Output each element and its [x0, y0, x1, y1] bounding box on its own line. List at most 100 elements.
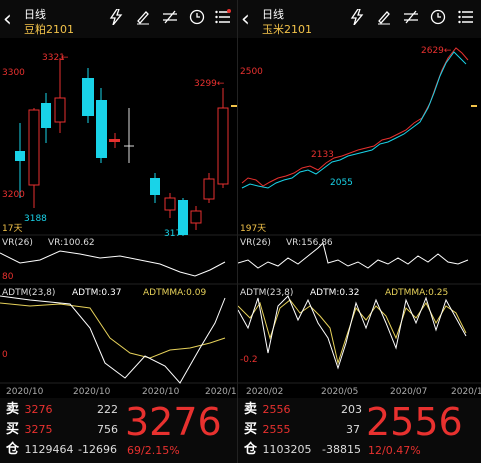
- buy-label: 买: [244, 422, 258, 437]
- candle: [15, 151, 25, 161]
- buy-price: 2555: [262, 423, 291, 436]
- clock-icon[interactable]: [429, 9, 447, 29]
- vr-value: VR:156.86: [286, 238, 333, 248]
- sell-price: 2556: [262, 403, 291, 416]
- buy-volume: 756: [97, 423, 118, 436]
- last-price: 3276: [125, 400, 222, 444]
- vr-line: [238, 242, 469, 269]
- lightning-icon[interactable]: [348, 8, 366, 29]
- adtm-axis-label: 0: [2, 350, 8, 360]
- adtmma-value: ADTMMA:0.09: [143, 288, 207, 298]
- quote-panel: 卖 2556 203 买 2555 37 仓 1103205 -38815 25…: [238, 398, 481, 463]
- mid-annotation: 2133: [311, 150, 334, 160]
- menu-icon[interactable]: [457, 9, 475, 29]
- candlestick-chart[interactable]: [0, 38, 237, 388]
- buy-row: 买 2555: [244, 420, 291, 440]
- adtm-line: [238, 295, 467, 370]
- symbol-label[interactable]: 玉米2101: [262, 21, 312, 37]
- candlestick-chart[interactable]: [238, 38, 481, 388]
- oi-label: 仓: [6, 442, 20, 457]
- adtm-value: ADTM:0.37: [72, 288, 122, 298]
- open-interest-row: 仓 1103205: [244, 440, 312, 460]
- candle: [217, 107, 229, 185]
- sell-volume: 203: [341, 403, 362, 416]
- period-label[interactable]: 日线: [262, 6, 284, 22]
- date-label: 2020/10: [142, 387, 180, 397]
- candle: [164, 197, 176, 211]
- buy-volume: 37: [346, 423, 360, 436]
- y-axis-label: 3200: [2, 190, 25, 200]
- sell-price: 3276: [24, 403, 53, 416]
- symbol-label[interactable]: 豆粕2101: [24, 21, 74, 37]
- draw-pen-icon[interactable]: [375, 9, 393, 29]
- last-price-marker: [471, 105, 477, 107]
- date-label: 2020/05: [321, 387, 359, 397]
- days-count: 197天: [240, 224, 267, 234]
- adtm-title[interactable]: ADTM(23,8): [2, 288, 55, 298]
- sell-row: 卖 2556: [244, 400, 291, 420]
- quote-panel: 卖 3276 222 买 3275 756 仓 1129464 -12696 3…: [0, 398, 237, 463]
- sell-label: 卖: [244, 402, 258, 417]
- date-label: 2020/1: [205, 387, 237, 397]
- adtmma-line: [0, 302, 226, 359]
- low-annotation: 2055: [330, 178, 353, 188]
- open-interest-row: 仓 1129464: [6, 440, 74, 460]
- days-count: 17天: [2, 224, 23, 234]
- last-price: 2556: [366, 400, 463, 444]
- indicator-icon[interactable]: [402, 9, 420, 29]
- price-change: 12/0.47%: [368, 444, 421, 457]
- candle: [54, 97, 66, 123]
- menu-icon[interactable]: [214, 9, 232, 29]
- candle: [41, 103, 51, 128]
- price-change: 69/2.15%: [127, 444, 180, 457]
- vr-value: VR:100.62: [48, 238, 95, 248]
- y-axis-label: 2500: [240, 67, 263, 77]
- candle-series: [241, 47, 477, 189]
- y-axis-label: 3300: [2, 68, 25, 78]
- back-chevron-icon[interactable]: ‹: [3, 9, 12, 31]
- lightning-icon[interactable]: [107, 8, 125, 29]
- vr-title[interactable]: VR(26): [2, 238, 33, 248]
- adtm-title[interactable]: ADTM(23,8): [240, 288, 293, 298]
- buy-price: 3275: [24, 423, 53, 436]
- oi-change: -12696: [78, 443, 117, 456]
- high-arrow: ←: [61, 53, 69, 63]
- adtm-value: ADTM:0.32: [310, 288, 360, 298]
- draw-pen-icon[interactable]: [134, 9, 152, 29]
- date-label: 2020/10: [6, 387, 44, 397]
- open-interest: 1129464: [24, 443, 74, 456]
- adtm-axis-label: -0.2: [240, 355, 258, 365]
- chart-header: ‹ 日线 豆粕2101: [0, 0, 237, 38]
- date-label: 2020/10: [73, 387, 111, 397]
- oi-change: -38815: [322, 443, 361, 456]
- sell-label: 卖: [6, 402, 20, 417]
- back-chevron-icon[interactable]: ‹: [241, 9, 250, 31]
- indicator-icon[interactable]: [161, 9, 179, 29]
- period-label[interactable]: 日线: [24, 6, 46, 22]
- right-low-annotation: 317: [164, 229, 182, 239]
- candle: [150, 178, 160, 195]
- high-annotation: 2629←: [421, 46, 452, 56]
- right-annotation: 3299←: [194, 79, 225, 89]
- sell-row: 卖 3276: [6, 400, 53, 420]
- soymeal-chart-panel: ‹ 日线 豆粕2101 3300 3200 3321 ← 3188 3299← …: [0, 0, 237, 463]
- clock-icon[interactable]: [188, 9, 206, 29]
- date-label: 2020/02: [246, 387, 284, 397]
- candle: [109, 139, 120, 142]
- low-annotation: 3188: [24, 214, 47, 224]
- open-interest: 1103205: [262, 443, 312, 456]
- date-label: 2020/1: [451, 387, 481, 397]
- candle: [203, 178, 215, 200]
- adtmma-value: ADTMMA:0.25: [385, 288, 449, 298]
- vr-axis-label: 80: [2, 272, 14, 282]
- candle: [82, 78, 94, 116]
- buy-label: 买: [6, 422, 20, 437]
- oi-label: 仓: [244, 442, 258, 457]
- candle: [190, 210, 202, 224]
- candle: [96, 100, 107, 158]
- corn-chart-panel: ‹ 日线 玉米2101 2500 2629← 2133 2055 197天 VR…: [238, 0, 481, 463]
- chart-header: ‹ 日线 玉米2101: [238, 0, 481, 38]
- vr-line: [0, 250, 226, 277]
- buy-row: 买 3275: [6, 420, 53, 440]
- vr-title[interactable]: VR(26): [240, 238, 271, 248]
